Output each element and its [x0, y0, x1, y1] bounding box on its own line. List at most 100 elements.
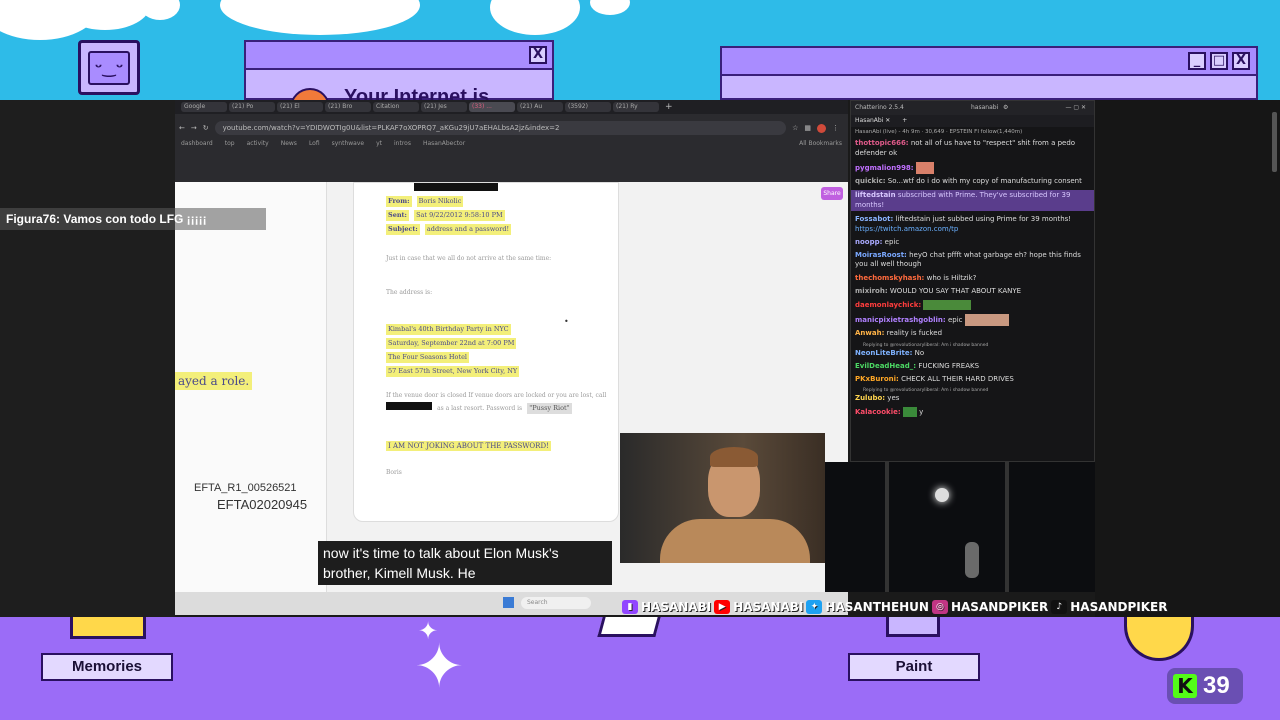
all-bookmarks-link[interactable]: All Bookmarks [799, 140, 842, 147]
folder-icon [70, 617, 146, 639]
bookmark-item[interactable]: synthwave [332, 140, 364, 147]
browser-tab[interactable]: Google [181, 102, 227, 112]
new-tab-button[interactable]: + [665, 102, 673, 112]
chat-message: manicpixietrashgoblin: epic [855, 313, 1090, 326]
browser-tab[interactable]: (21) Au [517, 102, 563, 112]
email-document: From: Boris Nikolic Sent: Sat 9/22/2012 … [353, 182, 619, 522]
social-handle: HASANABI [641, 600, 712, 614]
windows-start-icon[interactable] [503, 597, 514, 608]
bookmark-item[interactable]: News [281, 140, 297, 147]
window-pane [1005, 462, 1009, 592]
browser-tab[interactable]: Citation [373, 102, 419, 112]
window-close-button[interactable]: X [529, 46, 547, 64]
taskbar-search-input[interactable]: Search [521, 597, 591, 609]
back-icon[interactable]: ← [179, 124, 185, 132]
bookmark-item[interactable]: Lofi [309, 140, 320, 147]
chat-link[interactable]: https://twitch.amazon.com/tp [855, 225, 958, 233]
browser-tab[interactable]: (21) Ry [613, 102, 659, 112]
kick-viewer-badge: K 39 [1167, 668, 1243, 704]
minimize-button[interactable]: _ [1188, 52, 1206, 70]
emote-icon [902, 406, 917, 417]
chat-app-title: Chatterino 2.5.4 [855, 104, 904, 111]
email-address-block: Kimbal's 40th Birthday Party in NYC Satu… [386, 324, 520, 377]
lamp-glow [935, 488, 949, 502]
bates-number-1: EFTA_R1_00526521 [194, 482, 297, 494]
emote-icon [915, 161, 934, 174]
close-button[interactable]: X [1232, 52, 1250, 70]
sent-value: Sat 9/22/2012 9:58:10 PM [414, 210, 505, 221]
reload-icon[interactable]: ↻ [203, 124, 209, 132]
overlay-bottom-desktop: ✦ ✦ [0, 617, 1280, 720]
chat-message: NeonLiteBrite: No [855, 348, 925, 357]
chat-message: quickic: So...wtf do i do with my copy o… [855, 177, 1082, 186]
browser-tab[interactable]: (21) Bro [325, 102, 371, 112]
from-value: Boris Nikolic [416, 196, 464, 207]
emote-icon [964, 313, 1009, 326]
window-controls-icon[interactable]: — ▢ ✕ [1065, 101, 1086, 115]
add-tab-icon[interactable]: + [902, 117, 907, 124]
scrollbar[interactable] [1272, 112, 1277, 172]
emote-icon [923, 299, 972, 310]
browser-tab[interactable]: (3592) [565, 102, 611, 112]
chat-message: daemonlaychick: [855, 299, 1090, 311]
chat-account: hasanabi [971, 104, 999, 111]
left-gray-panel [0, 100, 175, 617]
share-button[interactable]: Share [821, 187, 843, 200]
left-page-fragment: ayed a role. [175, 370, 253, 390]
profile-avatar-icon[interactable] [817, 123, 826, 133]
mouse-cursor-icon: • [564, 317, 569, 326]
gear-icon[interactable]: ⚙ [1003, 101, 1008, 115]
chat-message: MoirasRoost: heyO chat pffft what garbag… [855, 250, 1081, 269]
paint-button[interactable]: Paint [848, 653, 980, 681]
browser-tab[interactable]: (21) Jes [421, 102, 467, 112]
browser-tab[interactable]: (21) Po [229, 102, 275, 112]
overlay-chat-user: Figura76 [6, 212, 57, 226]
bookmark-item[interactable]: yt [376, 140, 382, 147]
youtube-icon: ▶ [714, 600, 731, 614]
extensions-icon[interactable]: ▦ [804, 124, 811, 132]
forward-icon[interactable]: → [191, 124, 197, 132]
url-input[interactable]: youtube.com/watch?v=YDIDWOTIg0U&list=PLK… [214, 121, 787, 135]
bookmark-item[interactable]: intros [394, 140, 411, 147]
tab-close-icon[interactable]: ✕ [885, 117, 890, 124]
instagram-icon: ◎ [931, 600, 948, 614]
chat-message: Anwah: reality is fucked [855, 329, 943, 338]
overlay-chat-message: Figura76: Vamos con todo LFG ¡¡¡¡¡ [0, 208, 266, 230]
sparkle-large-icon: ✦ [414, 632, 465, 702]
window-titlebar: _ □ X [722, 48, 1256, 76]
bookmarks-bar: dashboard top activity News Lofi synthwa… [181, 140, 465, 147]
bookmark-item[interactable]: HasanAbector [423, 140, 465, 147]
memories-button[interactable]: Memories [41, 653, 173, 681]
browser-tab[interactable]: (21) El [277, 102, 323, 112]
tiktok-icon: ♪ [1051, 600, 1068, 614]
chat-sub-notice: liftedstain subscribed with Prime. They'… [851, 190, 1094, 212]
browser-tab-bar: Google (21) Po (21) El (21) Bro Citation… [175, 100, 848, 114]
subject-label: Subject: [386, 224, 420, 235]
bookmark-star-icon[interactable]: ☆ [792, 124, 798, 132]
from-label: From: [386, 196, 412, 207]
sent-label: Sent: [386, 210, 409, 221]
menu-dots-icon[interactable]: ⋮ [832, 124, 839, 132]
social-handle: HASANDPIKER [950, 600, 1049, 614]
streamer-jacket [660, 519, 810, 563]
maximize-button[interactable]: □ [1210, 52, 1228, 70]
bookmark-item[interactable]: top [225, 140, 235, 147]
kick-viewer-count: 39 [1203, 672, 1230, 699]
video-captions: now it's time to talk about Elon Musk's … [318, 541, 612, 585]
browser-tab-active[interactable]: (33) ... [469, 102, 515, 112]
address-bar-row: ← → ↻ youtube.com/watch?v=YDIDWOTIg0U&li… [179, 119, 839, 137]
email-header: From: Boris Nikolic Sent: Sat 9/22/2012 … [386, 193, 512, 235]
chat-message: thottopic666: not all of us have to "res… [855, 139, 1076, 157]
email-venue-text: If the venue door is closed If venue doo… [386, 392, 607, 414]
chat-message: Fossabot: liftedstain just subbed using … [855, 215, 1072, 233]
chat-channel-tab[interactable]: HasanAbi ✕ + [851, 115, 1094, 127]
chat-message: thechomskyhash: who is Hiltzik? [855, 273, 977, 282]
bookmark-item[interactable]: dashboard [181, 140, 213, 147]
paint-app-icon [597, 617, 661, 637]
overlay-chat-text: : Vamos con todo LFG ¡¡¡¡¡ [56, 212, 207, 226]
cloud-graphic [140, 0, 180, 20]
email-not-joking: I AM NOT JOKING ABOUT THE PASSWORD! [386, 441, 551, 451]
cloud-graphic [220, 0, 420, 35]
document-left-page: ayed a role. [175, 182, 327, 615]
bookmark-item[interactable]: activity [247, 140, 269, 147]
